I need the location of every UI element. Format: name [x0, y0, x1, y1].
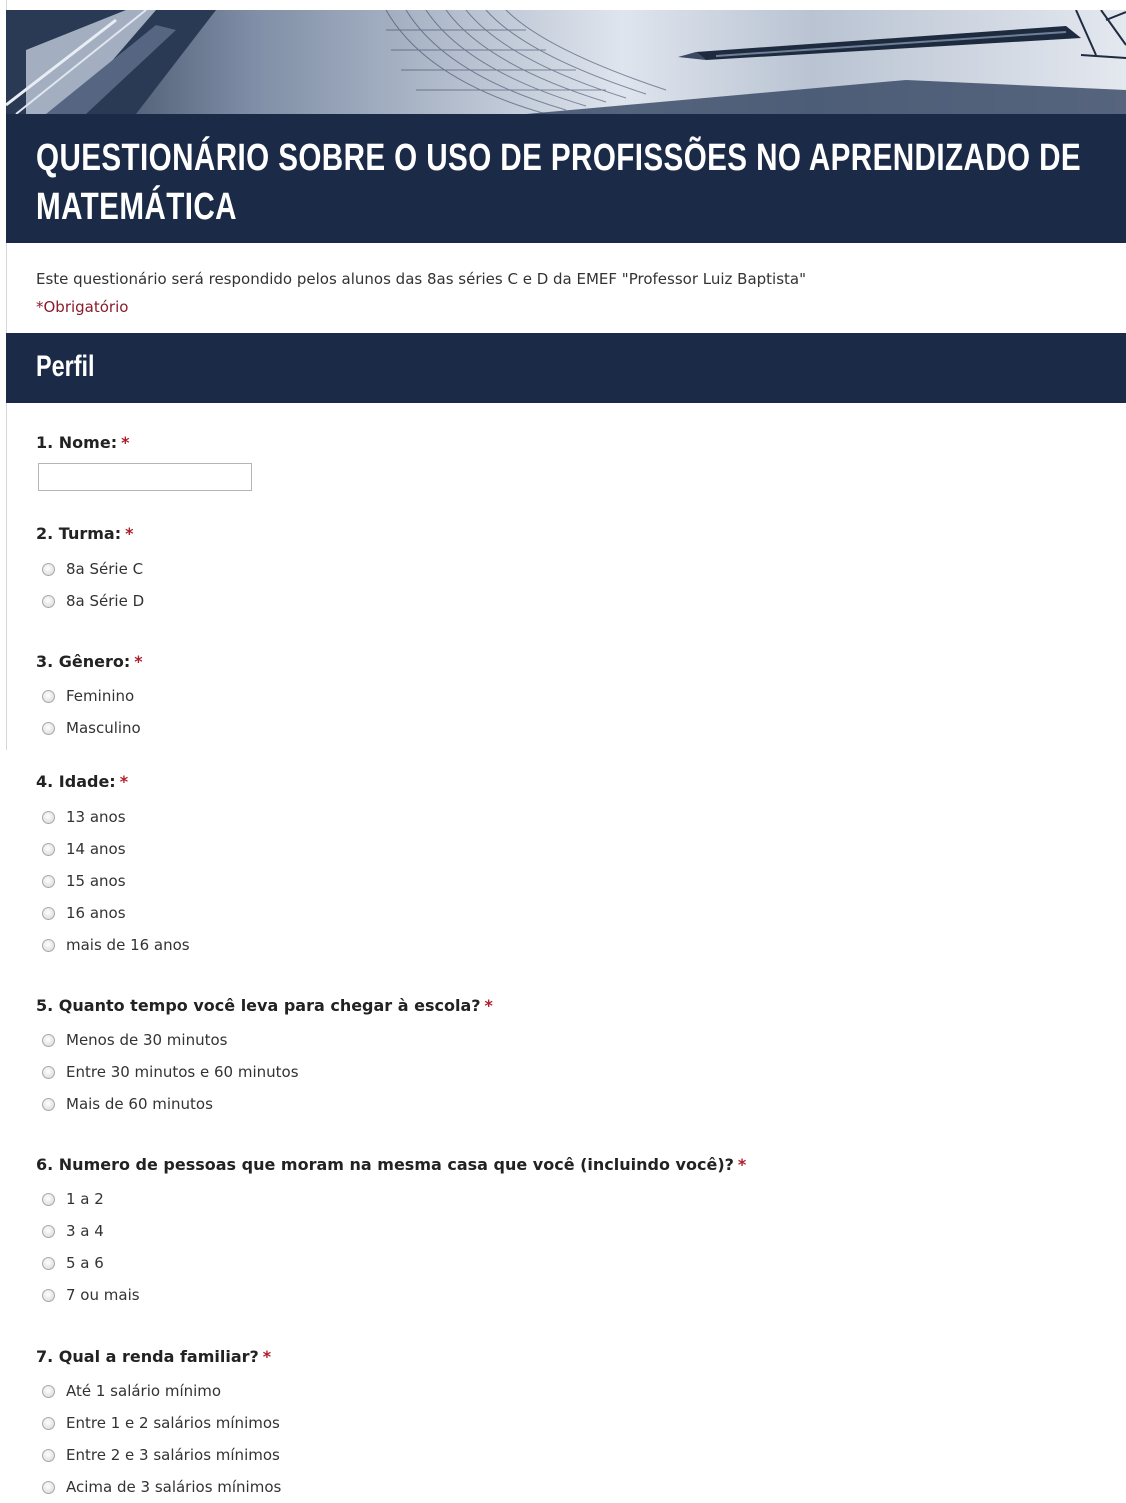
option-turma-d[interactable]: 8a Série D: [36, 585, 144, 617]
option-label: mais de 16 anos: [66, 936, 190, 954]
option-idade-mais-16[interactable]: mais de 16 anos: [36, 929, 190, 961]
form-description: Este questionário será respondido pelos …: [36, 270, 807, 288]
option-5-a-6[interactable]: 5 a 6: [36, 1247, 746, 1279]
radio-icon[interactable]: [42, 874, 55, 888]
option-label: Acima de 3 salários mínimos: [66, 1478, 282, 1496]
option-masculino[interactable]: Masculino: [36, 712, 143, 744]
required-star: *: [119, 772, 129, 791]
radio-icon[interactable]: [42, 938, 55, 952]
radio-icon[interactable]: [42, 1448, 55, 1462]
option-7-ou-mais[interactable]: 7 ou mais: [36, 1279, 746, 1311]
option-label: 5 a 6: [66, 1254, 104, 1272]
question-label-text: 5. Quanto tempo você leva para chegar à …: [36, 996, 481, 1015]
option-idade-13[interactable]: 13 anos: [36, 801, 190, 833]
option-menos-30[interactable]: Menos de 30 minutos: [36, 1024, 493, 1056]
radio-icon[interactable]: [42, 1384, 55, 1398]
question-nome: 1. Nome: *: [36, 432, 252, 491]
section-header: Perfil: [6, 333, 1126, 403]
question-label: 7. Qual a renda familiar? *: [36, 1346, 281, 1368]
radio-icon[interactable]: [42, 721, 55, 735]
question-label: 6. Numero de pessoas que moram na mesma …: [36, 1154, 746, 1176]
required-star: *: [737, 1155, 747, 1174]
question-label-text: 4. Idade:: [36, 772, 116, 791]
radio-icon[interactable]: [42, 1224, 55, 1238]
option-renda-2-3[interactable]: Entre 2 e 3 salários mínimos: [36, 1439, 281, 1471]
option-label: Entre 1 e 2 salários mínimos: [66, 1414, 280, 1432]
question-label-text: 2. Turma:: [36, 524, 122, 543]
option-idade-15[interactable]: 15 anos: [36, 865, 190, 897]
question-label-text: 6. Numero de pessoas que moram na mesma …: [36, 1155, 734, 1174]
radio-icon[interactable]: [42, 906, 55, 920]
option-label: Entre 2 e 3 salários mínimos: [66, 1446, 280, 1464]
option-label: Entre 30 minutos e 60 minutos: [66, 1063, 299, 1081]
required-star: *: [134, 652, 143, 671]
option-mais-60[interactable]: Mais de 60 minutos: [36, 1088, 493, 1120]
question-label: 3. Gênero: *: [36, 651, 143, 673]
radio-icon[interactable]: [42, 810, 55, 824]
question-genero: 3. Gênero: * Feminino Masculino: [36, 651, 143, 744]
radio-icon[interactable]: [42, 594, 55, 608]
option-label: 13 anos: [66, 808, 126, 826]
radio-icon[interactable]: [42, 1097, 55, 1111]
option-label: Feminino: [66, 687, 135, 705]
option-label: Menos de 30 minutos: [66, 1031, 228, 1049]
form-description-block: Este questionário será respondido pelos …: [36, 265, 806, 321]
option-label: 15 anos: [66, 872, 126, 890]
form-header: QUESTIONÁRIO SOBRE O USO DE PROFISSÕES N…: [6, 114, 1126, 243]
form-title: QUESTIONÁRIO SOBRE O USO DE PROFISSÕES N…: [36, 137, 1082, 228]
question-pessoas-casa: 6. Numero de pessoas que moram na mesma …: [36, 1154, 746, 1311]
option-label: 3 a 4: [66, 1222, 104, 1240]
required-note: *Obrigatório: [36, 298, 129, 316]
question-label: 1. Nome: *: [36, 432, 252, 454]
radio-icon[interactable]: [42, 562, 55, 576]
option-label: Masculino: [66, 719, 141, 737]
option-renda-ate-1[interactable]: Até 1 salário mínimo: [36, 1375, 281, 1407]
drafting-banner-icon: [6, 10, 1126, 114]
question-label-text: 7. Qual a renda familiar?: [36, 1347, 259, 1366]
option-idade-14[interactable]: 14 anos: [36, 833, 190, 865]
radio-icon[interactable]: [42, 1192, 55, 1206]
question-label-text: 1. Nome:: [36, 433, 118, 452]
option-label: 8a Série D: [66, 592, 145, 610]
required-star: *: [121, 433, 130, 452]
question-idade: 4. Idade: * 13 anos 14 anos 15 anos 16 an…: [36, 771, 190, 961]
option-label: Até 1 salário mínimo: [66, 1382, 222, 1400]
option-label: 14 anos: [66, 840, 126, 858]
radio-icon[interactable]: [42, 1033, 55, 1047]
question-renda: 7. Qual a renda familiar? * Até 1 salário…: [36, 1346, 281, 1503]
question-label: 5. Quanto tempo você leva para chegar à …: [36, 995, 493, 1017]
option-1-a-2[interactable]: 1 a 2: [36, 1183, 746, 1215]
option-idade-16[interactable]: 16 anos: [36, 897, 190, 929]
option-30-60[interactable]: Entre 30 minutos e 60 minutos: [36, 1056, 493, 1088]
radio-icon[interactable]: [42, 1065, 55, 1079]
option-label: 1 a 2: [66, 1190, 104, 1208]
required-star: *: [262, 1347, 272, 1366]
question-label-text: 3. Gênero:: [36, 652, 131, 671]
section-title: Perfil: [36, 350, 95, 383]
option-label: 16 anos: [66, 904, 126, 922]
option-label: Mais de 60 minutos: [66, 1095, 213, 1113]
question-tempo-escola: 5. Quanto tempo você leva para chegar à …: [36, 995, 493, 1120]
option-renda-acima-3[interactable]: Acima de 3 salários mínimos: [36, 1471, 281, 1503]
option-label: 7 ou mais: [66, 1286, 140, 1304]
radio-icon[interactable]: [42, 1416, 55, 1430]
radio-icon[interactable]: [42, 1480, 55, 1494]
option-turma-c[interactable]: 8a Série C: [36, 553, 144, 585]
required-star: *: [125, 524, 134, 543]
option-feminino[interactable]: Feminino: [36, 680, 143, 712]
radio-icon[interactable]: [42, 1256, 55, 1270]
question-label: 2. Turma: *: [36, 523, 144, 545]
radio-icon[interactable]: [42, 689, 55, 703]
option-renda-1-2[interactable]: Entre 1 e 2 salários mínimos: [36, 1407, 281, 1439]
option-label: 8a Série C: [66, 560, 144, 578]
header-banner-image: [6, 10, 1126, 114]
nome-input[interactable]: [38, 463, 252, 491]
question-turma: 2. Turma: * 8a Série C 8a Série D: [36, 523, 144, 617]
option-3-a-4[interactable]: 3 a 4: [36, 1215, 746, 1247]
radio-icon[interactable]: [42, 842, 55, 856]
required-star: *: [484, 996, 493, 1015]
radio-icon[interactable]: [42, 1288, 55, 1302]
question-label: 4. Idade: *: [36, 771, 190, 793]
